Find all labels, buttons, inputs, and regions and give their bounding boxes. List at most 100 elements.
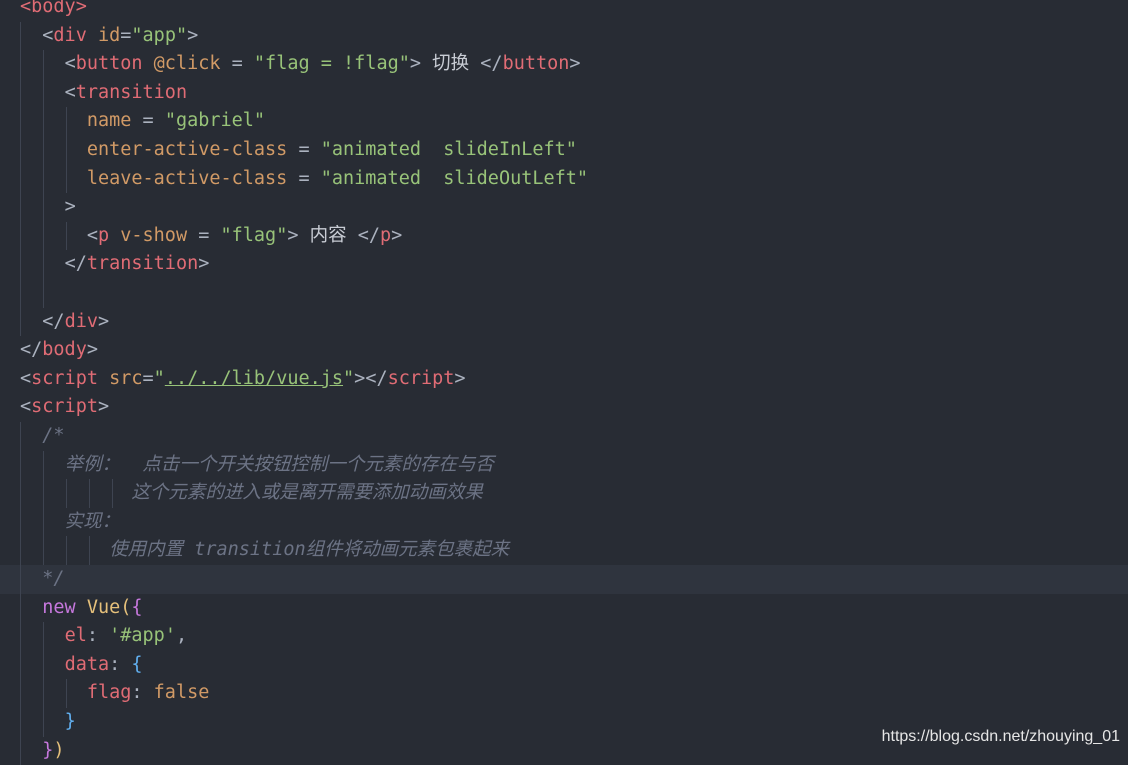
code-token: < xyxy=(42,24,54,46)
code-editor[interactable]: <body> <div id="app"> <button @click = "… xyxy=(0,0,1128,765)
code-line[interactable]: <p v-show = "flag"> 内容 </p> xyxy=(0,221,1128,251)
code-text: enter-active-class = "animated slideInLe… xyxy=(20,136,577,165)
code-token: 这个元素的进入或是离开需要添加动画效果 xyxy=(131,482,483,504)
code-line[interactable]: leave-active-class = "animated slideOutL… xyxy=(0,164,1128,194)
code-token: p xyxy=(97,224,110,246)
code-token: > xyxy=(97,310,110,332)
code-line[interactable] xyxy=(0,279,1128,308)
code-token: @click xyxy=(153,53,221,75)
code-token: = xyxy=(120,24,132,46)
code-token: v-show xyxy=(120,224,188,246)
code-line[interactable]: /* xyxy=(0,422,1128,451)
code-token: > xyxy=(569,53,581,75)
code-token: flag xyxy=(86,682,132,704)
code-line[interactable]: 使用内置 transition组件将动画元素包裹起来 xyxy=(0,536,1128,565)
code-token: "animated slideOutLeft" xyxy=(320,167,589,189)
code-token: < xyxy=(64,53,76,75)
code-line[interactable]: 举例： 点击一个开关按钮控制一个元素的存在与否 xyxy=(0,450,1128,480)
code-token: ../../lib/vue.js xyxy=(164,367,344,389)
code-text: data: { xyxy=(20,651,143,680)
code-line[interactable]: */ xyxy=(0,565,1128,594)
code-token: } xyxy=(42,739,54,761)
code-token: "flag" xyxy=(220,224,288,246)
code-token: : xyxy=(109,653,132,675)
code-line[interactable]: data: { xyxy=(0,650,1128,680)
code-token: "animated slideInLeft" xyxy=(320,139,577,160)
code-token: < xyxy=(64,81,76,103)
code-line[interactable]: <script> xyxy=(0,393,1128,422)
code-token: </ xyxy=(365,367,388,389)
code-token: ( xyxy=(120,596,132,618)
code-token: = xyxy=(131,110,165,132)
code-token: > xyxy=(409,53,421,75)
code-line[interactable]: </transition> xyxy=(0,250,1128,279)
code-token: " xyxy=(153,367,165,389)
code-token: > xyxy=(64,196,76,218)
code-token: </ xyxy=(20,339,43,361)
code-token: /* xyxy=(42,425,65,446)
code-line[interactable]: name = "gabriel" xyxy=(0,107,1128,136)
code-line[interactable]: <div id="app"> xyxy=(0,21,1128,51)
code-token: p xyxy=(380,224,392,246)
code-line[interactable]: <body> xyxy=(0,0,1128,22)
code-line[interactable]: <transition xyxy=(0,78,1128,108)
code-token: button xyxy=(75,53,143,75)
code-token: 使用内置 transition组件将动画元素包裹起来 xyxy=(109,539,510,561)
code-token: false xyxy=(153,682,210,704)
code-token: > xyxy=(354,367,366,389)
code-token: <body> xyxy=(20,0,87,17)
code-token: button xyxy=(502,53,570,75)
code-line[interactable]: el: '#app', xyxy=(0,622,1128,651)
code-token: 实现： xyxy=(64,510,121,532)
code-line[interactable]: </body> xyxy=(0,336,1128,365)
code-line[interactable]: <script src="../../lib/vue.js"></script> xyxy=(0,365,1128,394)
code-line[interactable]: > xyxy=(0,193,1128,222)
code-line[interactable]: enter-active-class = "animated slideInLe… xyxy=(0,136,1128,165)
code-line[interactable]: </div> xyxy=(0,307,1128,337)
code-token: ) xyxy=(53,739,65,761)
code-token: { xyxy=(131,653,143,675)
code-token: */ xyxy=(42,568,65,589)
code-token: > xyxy=(187,24,199,46)
code-line[interactable]: flag: false xyxy=(0,679,1128,708)
code-text: 实现： xyxy=(20,508,121,537)
code-token: div xyxy=(53,24,87,46)
code-token: > xyxy=(198,253,210,275)
code-token: "app" xyxy=(131,24,188,46)
code-token: = xyxy=(287,139,321,160)
code-text: }) xyxy=(20,737,65,765)
code-token: script xyxy=(31,367,98,389)
code-line[interactable]: new Vue({ xyxy=(0,593,1128,623)
code-text: 这个元素的进入或是离开需要添加动画效果 xyxy=(20,479,483,508)
code-token: "gabriel" xyxy=(164,110,266,132)
code-text: <script src="../../lib/vue.js"></script> xyxy=(20,365,466,394)
code-text: <p v-show = "flag"> 内容 </p> xyxy=(20,222,402,251)
code-token: > xyxy=(287,224,299,246)
code-token: : xyxy=(86,625,110,647)
code-token: > xyxy=(454,367,466,389)
code-text: <div id="app"> xyxy=(20,22,198,51)
code-text: 使用内置 transition组件将动画元素包裹起来 xyxy=(20,536,509,565)
code-token: script xyxy=(31,396,98,418)
watermark-text: https://blog.csdn.net/zhouying_01 xyxy=(881,728,1120,745)
code-line[interactable]: 这个元素的进入或是离开需要添加动画效果 xyxy=(0,479,1128,508)
code-line[interactable]: 实现： xyxy=(0,507,1128,537)
code-text: </div> xyxy=(20,308,109,337)
code-line[interactable]: <button @click = "flag = !flag"> 切换 </bu… xyxy=(0,50,1128,79)
code-text: </transition> xyxy=(20,250,210,279)
code-text: name = "gabriel" xyxy=(20,107,265,136)
code-token: { xyxy=(131,596,143,618)
code-token: " xyxy=(343,367,355,389)
